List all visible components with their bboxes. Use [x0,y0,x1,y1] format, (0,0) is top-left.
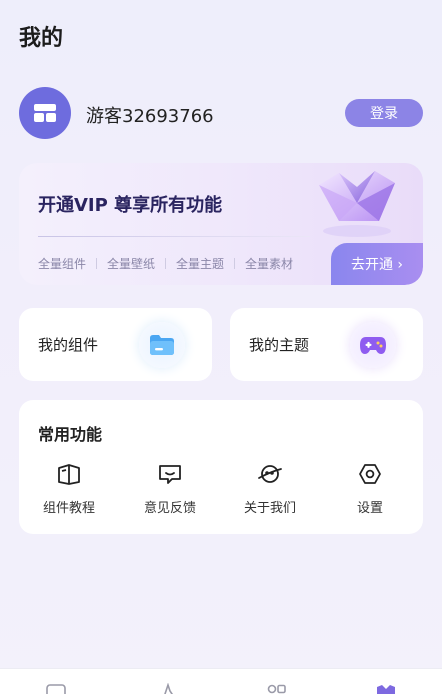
vip-banner[interactable]: 开通VIP 尊享所有功能 全量组件 全量壁纸 全量主题 全量素材 去开通 › [19,163,423,285]
function-item-tutorial[interactable]: 组件教程 [19,460,119,520]
function-label: 关于我们 [243,501,296,516]
common-functions-title: 常用功能 [38,425,103,444]
vip-title: 开通VIP 尊享所有功能 [38,195,223,216]
divider [165,258,167,269]
gamepad-icon [350,322,396,368]
function-item-about[interactable]: 关于我们 [220,460,320,520]
username: 游客32693766 [86,106,214,127]
feedback-icon [120,460,220,488]
my-themes-label: 我的主题 [249,336,310,354]
my-widgets-label: 我的组件 [38,336,99,354]
vip-feature: 全量主题 [176,257,225,271]
folder-icon [139,322,185,368]
vip-open-button[interactable]: 去开通 › [331,243,423,285]
vip-divider [38,236,310,237]
tab-grid-icon[interactable] [264,683,288,694]
book-icon [19,460,119,488]
my-widgets-card[interactable]: 我的组件 [19,308,212,381]
vip-feature: 全量壁纸 [107,257,156,271]
divider [234,258,236,269]
profile-section: 游客32693766 登录 [19,87,423,141]
common-functions-card: 常用功能 组件教程 意见反馈 关于我们 设置 [19,400,423,534]
my-themes-card[interactable]: 我的主题 [230,308,423,381]
page-title: 我的 [19,26,64,51]
vip-feature: 全量素材 [245,257,294,271]
bottom-tab-bar [0,668,442,694]
function-label: 意见反馈 [143,501,196,516]
tab-brush-icon[interactable] [155,683,179,694]
planet-icon [220,460,320,488]
function-item-settings[interactable]: 设置 [320,460,420,520]
divider [96,258,98,269]
tab-profile-icon[interactable] [374,683,398,694]
settings-icon [320,460,420,488]
vip-crystal-icon [319,171,395,237]
function-label: 设置 [356,501,383,516]
vip-feature: 全量组件 [38,257,87,271]
vip-feature-list: 全量组件 全量壁纸 全量主题 全量素材 [38,255,293,272]
function-item-feedback[interactable]: 意见反馈 [120,460,220,520]
avatar[interactable] [19,87,71,139]
layout-icon [34,104,56,122]
tab-home-icon[interactable] [44,683,68,694]
login-button[interactable]: 登录 [345,99,423,127]
function-label: 组件教程 [42,501,95,516]
